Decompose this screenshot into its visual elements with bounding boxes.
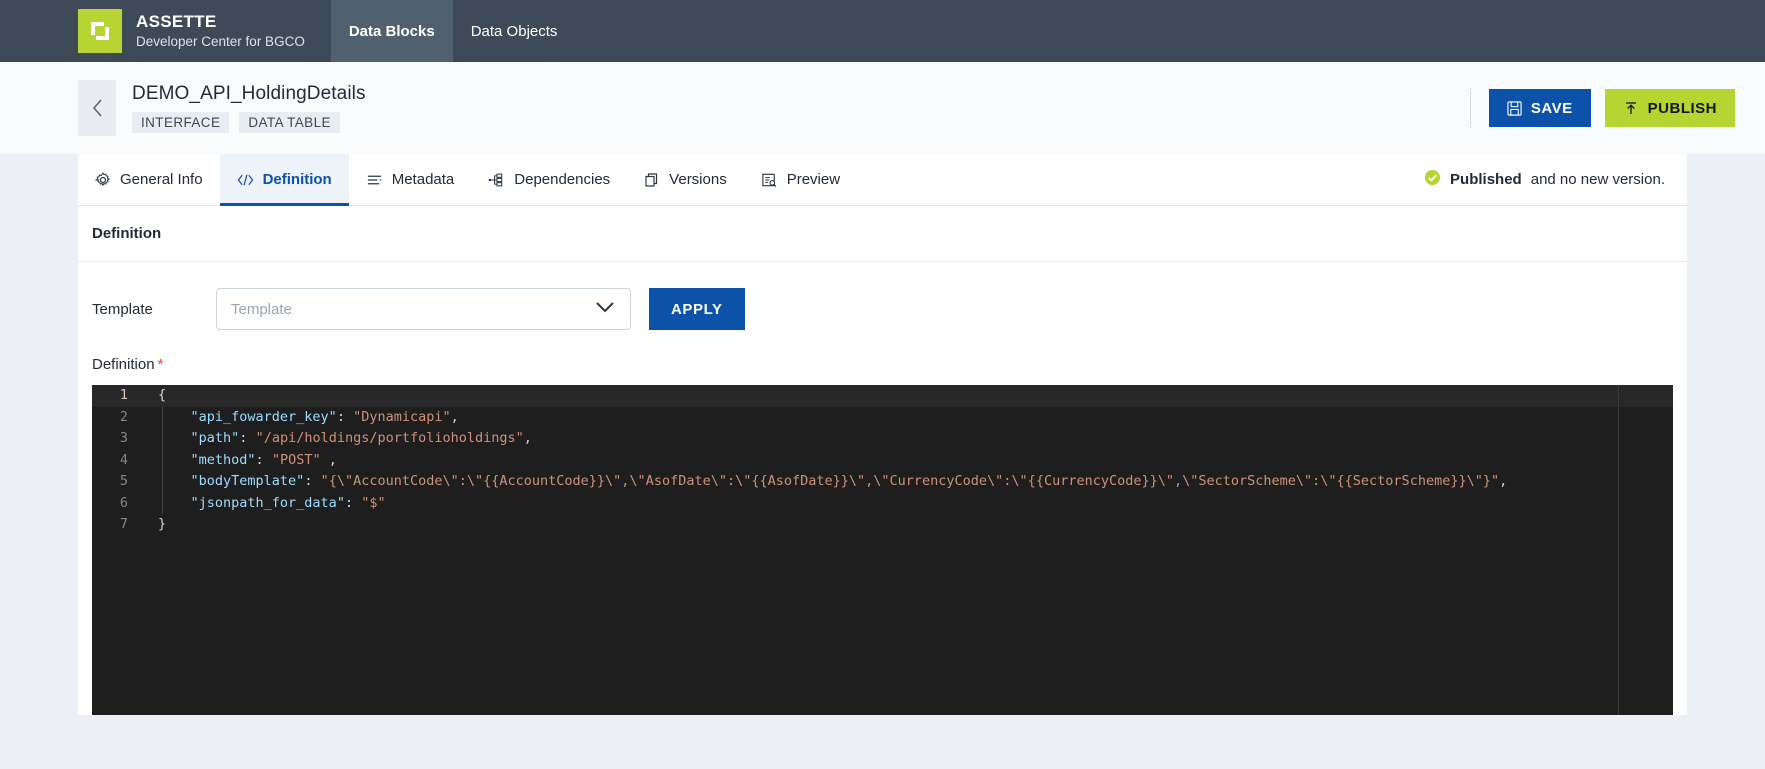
code-line[interactable]: 3 "path": "/api/holdings/portfolioholdin…	[92, 428, 1673, 450]
apply-button[interactable]: APPLY	[649, 288, 745, 330]
tab-label-dependencies: Dependencies	[514, 171, 611, 188]
tab-preview[interactable]: Preview	[744, 154, 857, 205]
gear-icon	[95, 171, 111, 188]
tab-versions[interactable]: Versions	[627, 154, 744, 205]
line-number: 2	[119, 408, 128, 425]
line-number: 7	[119, 516, 128, 532]
required-marker: *	[157, 356, 164, 373]
top-navigation-bar: ASSETTE Developer Center for BGCO Data B…	[0, 0, 1765, 62]
upload-arrow-icon	[1625, 102, 1636, 114]
document-search-icon	[761, 172, 778, 188]
template-select[interactable]: Template	[216, 288, 631, 330]
chip-interface: INTERFACE	[132, 112, 230, 133]
title-block: DEMO_API_HoldingDetails INTERFACE DATA T…	[132, 83, 366, 133]
tabstrip-wrapper: General Info Definition Metadata Depende…	[0, 154, 1765, 206]
code-line[interactable]: 2 "api_fowarder_key": "Dynamicapi",	[92, 407, 1673, 429]
definition-field-label: Definition *	[92, 356, 1673, 373]
nav-tab-data-blocks[interactable]: Data Blocks	[330, 0, 453, 62]
brand-subtitle: Developer Center for BGCO	[136, 34, 305, 50]
code-line-text: {	[158, 387, 167, 403]
indent-guide	[162, 406, 163, 514]
code-line-text: "api_fowarder_key": "Dynamicapi",	[190, 408, 459, 425]
code-line[interactable]: 5 "bodyTemplate": "{\"AccountCode\":\"{{…	[92, 471, 1673, 493]
code-area[interactable]: 1{2 "api_fowarder_key": "Dynamicapi", 3 "…	[92, 385, 1673, 536]
template-select-placeholder: Template	[231, 300, 292, 318]
code-line-text: "jsonpath_for_data": "$"	[190, 494, 386, 511]
tab-label-metadata: Metadata	[391, 171, 455, 188]
nav-tab-data-objects[interactable]: Data Objects	[453, 0, 576, 62]
definition-field-label-text: Definition	[92, 356, 155, 373]
tab-dependencies[interactable]: Dependencies	[471, 154, 627, 205]
publish-status: Published and no new version.	[1424, 154, 1687, 205]
status-badge: Published	[1450, 171, 1522, 188]
primary-nav-tabs: Data Blocks Data Objects	[330, 0, 576, 62]
list-lines-icon	[366, 172, 383, 188]
definition-panel-wrapper: Definition Template Template APPLY Defin…	[0, 206, 1765, 715]
page-title: DEMO_API_HoldingDetails	[132, 83, 366, 104]
line-number: 4	[119, 451, 128, 468]
tab-metadata[interactable]: Metadata	[349, 154, 472, 205]
copy-stack-icon	[644, 172, 660, 188]
template-row: Template Template APPLY	[92, 288, 1673, 330]
code-line-text: "bodyTemplate": "{\"AccountCode\":\"{{Ac…	[190, 473, 1508, 489]
action-divider	[1469, 89, 1471, 127]
code-line-text: "path": "/api/holdings/portfolioholdings…	[190, 430, 532, 446]
definition-panel: Definition Template Template APPLY Defin…	[78, 206, 1687, 715]
tab-label-general-info: General Info	[120, 171, 203, 188]
page-header: DEMO_API_HoldingDetails INTERFACE DATA T…	[0, 62, 1765, 154]
status-detail: and no new version.	[1530, 171, 1665, 188]
panel-body: Template Template APPLY Definition * 1{2 …	[78, 262, 1687, 715]
line-number: 3	[119, 430, 128, 446]
chip-data-table: DATA TABLE	[239, 112, 340, 133]
hierarchy-icon	[488, 172, 505, 188]
code-line-text: }	[158, 516, 167, 532]
chevron-left-icon	[92, 99, 102, 117]
tab-label-preview: Preview	[786, 171, 841, 188]
code-line[interactable]: 7}	[92, 514, 1673, 536]
header-actions: SAVE PUBLISH	[1469, 89, 1735, 127]
minimap-separator	[1618, 385, 1619, 715]
code-brackets-icon	[237, 172, 254, 188]
brand-block: ASSETTE Developer Center for BGCO	[0, 0, 305, 62]
code-line[interactable]: 6 "jsonpath_for_data": "$"	[92, 493, 1673, 515]
brand-title: ASSETTE	[136, 12, 217, 32]
floppy-disk-icon	[1507, 100, 1522, 116]
section-tabs: General Info Definition Metadata Depende…	[78, 154, 1687, 206]
definition-code-editor[interactable]: 1{2 "api_fowarder_key": "Dynamicapi", 3 "…	[92, 385, 1673, 715]
check-circle-icon	[1424, 169, 1441, 190]
save-button-label: SAVE	[1530, 99, 1573, 117]
back-button[interactable]	[78, 80, 116, 136]
template-label: Template	[92, 300, 153, 318]
publish-button[interactable]: PUBLISH	[1604, 89, 1735, 127]
line-number: 6	[119, 494, 128, 511]
tab-label-definition: Definition	[262, 171, 332, 188]
code-line-text: "method": "POST" ,	[190, 451, 337, 468]
chevron-down-icon	[594, 300, 616, 319]
tab-general-info[interactable]: General Info	[78, 154, 220, 205]
type-chips: INTERFACE DATA TABLE	[132, 112, 366, 133]
line-number: 1	[119, 387, 128, 403]
assette-logo-icon	[78, 9, 122, 53]
save-button[interactable]: SAVE	[1488, 89, 1591, 127]
panel-heading: Definition	[78, 206, 1687, 262]
line-number: 5	[119, 473, 128, 489]
tab-label-versions: Versions	[669, 171, 727, 188]
code-line[interactable]: 4 "method": "POST" ,	[92, 450, 1673, 472]
code-line[interactable]: 1{	[92, 385, 1673, 407]
publish-button-label: PUBLISH	[1647, 99, 1717, 117]
tab-definition[interactable]: Definition	[219, 154, 349, 206]
